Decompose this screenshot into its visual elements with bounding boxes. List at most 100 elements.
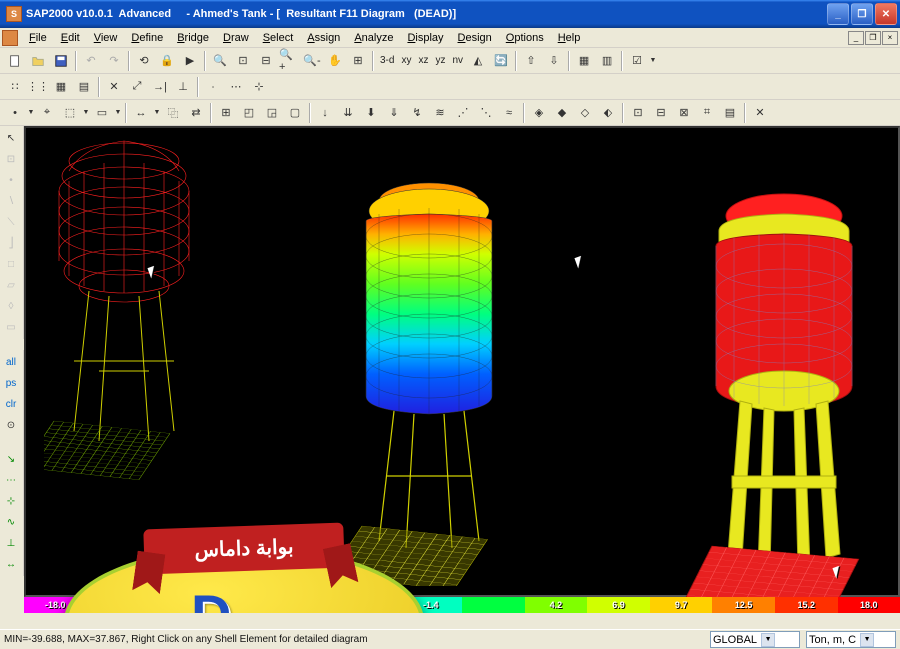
sel-all-button[interactable]: all [1, 352, 21, 372]
new-button[interactable] [4, 50, 26, 72]
object-button[interactable]: ▦ [573, 50, 595, 72]
menu-analyze[interactable]: Analyze [347, 30, 400, 46]
snap-perp-button[interactable]: ⊥ [1, 533, 21, 553]
load-btn-7[interactable]: ⋰ [452, 102, 474, 124]
grid-fine-button[interactable]: ⋮⋮ [27, 76, 49, 98]
save-button[interactable] [50, 50, 72, 72]
load-btn-8[interactable]: ⋱ [475, 102, 497, 124]
pan-button[interactable]: ✋ [324, 50, 346, 72]
midpoints-button[interactable]: ⋯ [225, 76, 247, 98]
d-btn-5[interactable]: ▤ [719, 102, 741, 124]
menu-view[interactable]: View [87, 30, 125, 46]
d-btn-2[interactable]: ⊟ [650, 102, 672, 124]
joint-button[interactable]: • [4, 102, 26, 124]
zoom-out-button[interactable]: 🔍- [301, 50, 323, 72]
undo-button[interactable]: ↶ [80, 50, 102, 72]
load-btn-4[interactable]: ⇓ [383, 102, 405, 124]
element-button[interactable]: ▥ [596, 50, 618, 72]
side-t3[interactable]: • [1, 170, 21, 190]
view-yz-button[interactable]: yz [432, 55, 448, 66]
zoom-extents-button[interactable]: ⊡ [232, 50, 254, 72]
close-button[interactable]: ✕ [875, 3, 897, 25]
disp-btn-4[interactable]: ⬖ [597, 102, 619, 124]
menu-draw[interactable]: Draw [216, 30, 256, 46]
load-btn-3[interactable]: ⬇ [360, 102, 382, 124]
minimize-button[interactable]: _ [827, 3, 849, 25]
frame-button[interactable]: ⌖ [36, 102, 58, 124]
grid-point-button[interactable]: ∷ [4, 76, 26, 98]
mirror-button[interactable]: ⇄ [185, 102, 207, 124]
side-t6[interactable]: ⎦ [1, 233, 21, 253]
snap-end-button[interactable]: ⊹ [1, 491, 21, 511]
open-button[interactable] [27, 50, 49, 72]
copy-button[interactable]: ⿻ [162, 102, 184, 124]
side-t10[interactable]: ▭ [1, 317, 21, 337]
rotate-button[interactable]: 🔄 [490, 50, 512, 72]
d-btn-1[interactable]: ⊡ [627, 102, 649, 124]
d-btn-4[interactable]: ⌗ [696, 102, 718, 124]
area-button[interactable]: ▭ [91, 102, 113, 124]
set-display-button[interactable]: ☑ [626, 50, 648, 72]
extend-button[interactable]: ⤢ [126, 76, 148, 98]
mdi-restore-button[interactable]: ❐ [865, 31, 881, 45]
side-t9[interactable]: ◊ [1, 296, 21, 316]
view-nv-button[interactable]: nv [449, 55, 466, 66]
menu-options[interactable]: Options [499, 30, 551, 46]
coord-system-dropdown[interactable]: GLOBAL▼ [710, 631, 800, 648]
zoom-prev-button[interactable]: ⊟ [255, 50, 277, 72]
menu-file[interactable]: File [22, 30, 54, 46]
show-all-button[interactable]: ⊞ [347, 50, 369, 72]
side-t2[interactable]: ⊡ [1, 149, 21, 169]
mdi-minimize-button[interactable]: _ [848, 31, 864, 45]
load-btn-2[interactable]: ⇊ [337, 102, 359, 124]
snap-grid-button[interactable]: ⊹ [248, 76, 270, 98]
sel-btn-1[interactable]: ⊞ [215, 102, 237, 124]
grid-lines-button[interactable]: ▤ [73, 76, 95, 98]
grid-mesh-button[interactable]: ▦ [50, 76, 72, 98]
sel-btn-2[interactable]: ◰ [238, 102, 260, 124]
menu-define[interactable]: Define [124, 30, 170, 46]
load-btn-9[interactable]: ≈ [498, 102, 520, 124]
pointer-tool[interactable]: ↖ [1, 128, 21, 148]
lock-button[interactable]: 🔒 [156, 50, 178, 72]
down-arrow-button[interactable]: ⇩ [543, 50, 565, 72]
mdi-close-button[interactable]: × [882, 31, 898, 45]
menu-select[interactable]: Select [256, 30, 301, 46]
view-xy-button[interactable]: xy [398, 55, 414, 66]
d-btn-3[interactable]: ⊠ [673, 102, 695, 124]
menu-help[interactable]: Help [551, 30, 588, 46]
snap-mid-button[interactable]: ⋯ [1, 470, 21, 490]
tank-model-solid[interactable] [684, 176, 884, 606]
side-t5[interactable]: ⟍ [1, 212, 21, 232]
disp-btn-1[interactable]: ◈ [528, 102, 550, 124]
viewport[interactable]: Damas Gate www.damasgate.com بوابة داماس… [24, 126, 900, 613]
maximize-button[interactable]: ❐ [851, 3, 873, 25]
ends-button[interactable]: ∙ [202, 76, 224, 98]
sel-int-button[interactable]: ⊙ [1, 415, 21, 435]
refresh-button[interactable]: ⟲ [133, 50, 155, 72]
midpoint-button[interactable]: →| [149, 76, 171, 98]
redo-button[interactable]: ↷ [103, 50, 125, 72]
perspective-button[interactable]: ◭ [467, 50, 489, 72]
menu-edit[interactable]: Edit [54, 30, 87, 46]
up-arrow-button[interactable]: ⇧ [520, 50, 542, 72]
sel-btn-4[interactable]: ▢ [284, 102, 306, 124]
side-t4[interactable]: ∖ [1, 191, 21, 211]
snap-line-button[interactable]: ↔ [1, 554, 21, 574]
sel-btn-3[interactable]: ◲ [261, 102, 283, 124]
snap-pt-button[interactable]: ↘ [1, 449, 21, 469]
load-btn-1[interactable]: ↓ [314, 102, 336, 124]
intersect-button[interactable]: ✕ [103, 76, 125, 98]
snap-int-button[interactable]: ∿ [1, 512, 21, 532]
disp-btn-2[interactable]: ◆ [551, 102, 573, 124]
side-t8[interactable]: ▱ [1, 275, 21, 295]
perpendicular-button[interactable]: ⊥ [172, 76, 194, 98]
menu-bridge[interactable]: Bridge [170, 30, 216, 46]
view-3d-button[interactable]: 3-d [377, 55, 397, 66]
menu-design[interactable]: Design [451, 30, 499, 46]
frame2-button[interactable]: ⬚ [59, 102, 81, 124]
load-btn-6[interactable]: ≋ [429, 102, 451, 124]
side-t7[interactable]: □ [1, 254, 21, 274]
dropdown-arrow-icon[interactable]: ▼ [649, 57, 657, 64]
units-dropdown[interactable]: Ton, m, C▼ [806, 631, 896, 648]
